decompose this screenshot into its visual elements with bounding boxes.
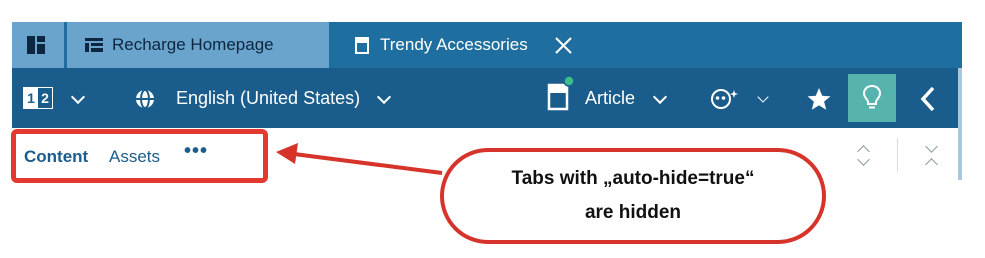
- bot-icon[interactable]: [710, 87, 740, 111]
- highlight-box: [11, 129, 268, 183]
- compare-icon[interactable]: 1 2: [23, 87, 53, 109]
- annotation-line-2: are hidden: [584, 202, 682, 223]
- chevron-down-icon: [925, 140, 938, 153]
- dashboard-tab[interactable]: [12, 22, 64, 68]
- document-icon: [355, 37, 369, 54]
- annotation-arrow: [276, 143, 443, 175]
- page-icon: [85, 38, 103, 52]
- star-icon[interactable]: [806, 87, 832, 111]
- language-selector[interactable]: English (United States): [176, 68, 360, 128]
- chevron-up-icon: [925, 158, 938, 171]
- close-icon[interactable]: [555, 37, 572, 54]
- annotation-line-1: Tabs with „auto-hide=true“: [511, 168, 755, 189]
- divider: [897, 138, 898, 172]
- document-type-label[interactable]: Article: [585, 68, 635, 128]
- chevron-left-icon[interactable]: [920, 86, 936, 112]
- tab-label: Trendy Accessories: [380, 35, 528, 54]
- annotation-callout: Tabs with „auto-hide=true“ are hidden: [440, 148, 826, 244]
- lightbulb-icon: [862, 84, 882, 109]
- tab-trendy-accessories[interactable]: Trendy Accessories: [335, 22, 587, 68]
- chevron-down-icon: [857, 153, 870, 166]
- tab-recharge-homepage[interactable]: Recharge Homepage: [67, 22, 329, 68]
- idea-button[interactable]: [848, 74, 896, 122]
- dashboard-icon: [27, 36, 45, 54]
- globe-icon: [136, 89, 154, 109]
- tab-label: Recharge Homepage: [112, 35, 274, 54]
- scrollbar[interactable]: [958, 68, 962, 180]
- document-type-icon: [547, 75, 575, 111]
